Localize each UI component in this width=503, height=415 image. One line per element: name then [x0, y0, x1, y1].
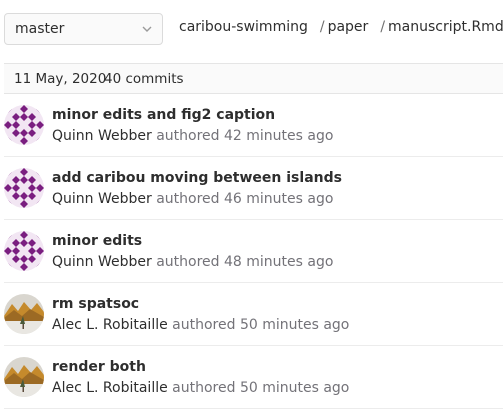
- commit-title-link[interactable]: render both: [52, 359, 146, 375]
- landscape-photo-icon: [4, 294, 44, 334]
- commit-title-link[interactable]: minor edits: [52, 233, 142, 249]
- commit-author-link[interactable]: Alec L. Robitaille: [52, 317, 168, 333]
- identicon-icon: [4, 105, 44, 145]
- commit-row: add caribou moving between islands Quinn…: [4, 157, 503, 220]
- commit-time: 48 minutes ago: [224, 254, 334, 270]
- breadcrumb-file[interactable]: manuscript.Rmd: [388, 19, 503, 35]
- commit-time: 42 minutes ago: [224, 128, 334, 144]
- day-date: 11 May, 2020: [14, 71, 107, 87]
- chevron-down-icon: [142, 26, 152, 32]
- commit-row: render both Alec L. Robitaille authored …: [4, 346, 503, 409]
- day-header: 11 May, 2020 40 commits: [4, 63, 503, 94]
- landscape-photo-icon: [4, 357, 44, 397]
- commit-action: authored: [172, 380, 236, 396]
- commit-time: 46 minutes ago: [224, 191, 334, 207]
- commit-action: authored: [156, 254, 220, 270]
- commit-row: rm spatsoc Alec L. Robitaille authored 5…: [4, 283, 503, 346]
- commit-meta: Quinn Webber authored 42 minutes ago: [52, 128, 333, 144]
- commit-title-link[interactable]: add caribou moving between islands: [52, 170, 342, 186]
- avatar[interactable]: [4, 357, 44, 397]
- breadcrumb: caribou-swimming / paper / manuscript.Rm…: [179, 19, 503, 35]
- commit-title-link[interactable]: minor edits and fig2 caption: [52, 107, 275, 123]
- commit-row: minor edits and fig2 caption Quinn Webbe…: [4, 94, 503, 157]
- commit-title-link[interactable]: rm spatsoc: [52, 296, 139, 312]
- commit-time: 50 minutes ago: [239, 380, 350, 396]
- commit-author-link[interactable]: Quinn Webber: [52, 128, 152, 144]
- commit-meta: Quinn Webber authored 48 minutes ago: [52, 254, 333, 270]
- commit-meta: Alec L. Robitaille authored 50 minutes a…: [52, 317, 349, 333]
- commit-time: 50 minutes ago: [239, 317, 350, 333]
- avatar[interactable]: [4, 231, 44, 271]
- commit-author-link[interactable]: Quinn Webber: [52, 254, 152, 270]
- commit-count: 40 commits: [104, 71, 184, 87]
- commit-action: authored: [156, 128, 220, 144]
- commit-action: authored: [156, 191, 220, 207]
- commit-author-link[interactable]: Alec L. Robitaille: [52, 380, 168, 396]
- commit-action: authored: [172, 317, 236, 333]
- avatar[interactable]: [4, 105, 44, 145]
- branch-select-value: master: [15, 21, 65, 37]
- breadcrumb-separator: /: [319, 19, 325, 35]
- breadcrumb-separator: /: [380, 19, 386, 35]
- commit-history-page: master caribou-swimming / paper / manusc…: [0, 0, 503, 415]
- breadcrumb-project[interactable]: caribou-swimming: [179, 19, 308, 35]
- breadcrumb-folder[interactable]: paper: [328, 19, 369, 35]
- branch-select[interactable]: master: [4, 13, 163, 45]
- commit-meta: Quinn Webber authored 46 minutes ago: [52, 191, 333, 207]
- identicon-icon: [4, 168, 44, 208]
- avatar[interactable]: [4, 168, 44, 208]
- identicon-icon: [4, 231, 44, 271]
- commit-row: minor edits Quinn Webber authored 48 min…: [4, 220, 503, 283]
- top-bar: master caribou-swimming / paper / manusc…: [0, 0, 503, 60]
- commit-author-link[interactable]: Quinn Webber: [52, 191, 152, 207]
- avatar[interactable]: [4, 294, 44, 334]
- commit-list: minor edits and fig2 caption Quinn Webbe…: [4, 94, 503, 409]
- commit-meta: Alec L. Robitaille authored 50 minutes a…: [52, 380, 349, 396]
